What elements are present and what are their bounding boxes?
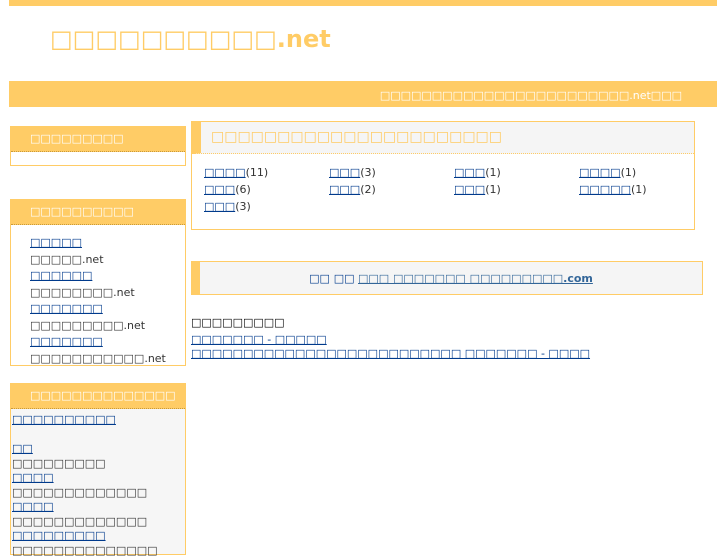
sidebar-box-links: □□□□□□□□□□□□□□ □□□□□□□□□□ □□□□□□□□□□□□□□… — [10, 383, 186, 555]
related-link[interactable]: □□□□□□□ - □□□□□ — [191, 333, 327, 346]
sidebar-box-title: □□□□□□□□□□□□□□ — [11, 384, 185, 409]
sidebar-site-domain: □□□□□□□□.net — [30, 285, 185, 302]
category-count: (2) — [360, 183, 376, 196]
sidebar-link[interactable]: □□□□ — [12, 500, 54, 513]
sidebar-text: □□□□□□□□□ — [12, 457, 185, 472]
category-link[interactable]: □□□□□ — [579, 183, 631, 196]
sidebar-link-list: □□□□□□□□□□ □□□□□□□□□□□□□□□□□□□□□□□□□□□□□… — [11, 409, 185, 558]
category-count: (3) — [235, 200, 251, 213]
sidebar-box-search: □□□□□□□□□ — [10, 126, 186, 166]
sidebar-box-sites: □□□□□□□□□□ □□□□□ □□□□□.net□□□□□□ □□□□□□□□.… — [10, 199, 186, 366]
category-link[interactable]: □□□ — [204, 183, 235, 196]
sidebar-site-domain: □□□□□.net — [30, 252, 185, 269]
sidebar-site-domain: □□□□□□□□□□□.net — [30, 351, 185, 368]
category-item: □□□(1) — [454, 166, 501, 179]
category-item: □□□(3) — [204, 200, 251, 213]
category-link[interactable]: □□□ — [204, 200, 235, 213]
sidebar-site-link[interactable]: □□□□□□□ — [30, 302, 103, 315]
sidebar-text: □□□□□□□□□□□□□ — [12, 486, 185, 501]
sidebar-site-link[interactable]: □□□□□□□ — [30, 335, 103, 348]
category-count: (3) — [360, 166, 376, 179]
site-logo[interactable]: □□□□□□□□□□.net — [50, 25, 331, 53]
category-link[interactable]: □□□□ — [579, 166, 621, 179]
site-tagline: □□□□□□□□□□□□□□□□□□□□□□□□.net□□□ — [380, 89, 682, 102]
sidebar-text: □□□□□□□□□□□□□□ — [12, 544, 185, 558]
sidebar-link[interactable]: □□□□□□□□□□ — [12, 413, 116, 426]
category-item: □□□□(1) — [579, 166, 636, 179]
category-panel-title: □□□□□□□□□□□□□□□□□□□□□□ — [192, 122, 694, 154]
top-accent-bar — [9, 0, 717, 6]
category-count: (1) — [485, 183, 501, 196]
sidebar-text: □□□□□□□□□□□□□ — [12, 515, 185, 530]
category-item: □□□(1) — [454, 183, 501, 196]
promo-bar: □□ □□ □□□ □□□□□□□ □□□□□□□□□.com — [191, 261, 703, 295]
related-title: □□□□□□□□□ — [191, 316, 711, 331]
spacer — [12, 428, 185, 443]
category-count: (1) — [631, 183, 647, 196]
sidebar-site-domain: □□□□□□□□□.net — [30, 318, 185, 335]
related-link[interactable]: □□□□□□□□□□□□□□□□□□□□□□□□□□ □□□□□□□ - □□□… — [191, 347, 590, 360]
sidebar-site-link[interactable]: □□□□□ — [30, 236, 82, 249]
category-panel: □□□□□□□□□□□□□□□□□□□□□□ □□□□(11)□□□(3)□□□… — [191, 121, 695, 230]
category-item: □□□(3) — [329, 166, 376, 179]
sidebar-site-link[interactable]: □□□□□□ — [30, 269, 92, 282]
promo-prefix: □□ □□ — [309, 272, 354, 285]
category-link[interactable]: □□□ — [454, 166, 485, 179]
category-count: (11) — [246, 166, 269, 179]
category-count: (6) — [235, 183, 251, 196]
category-item: □□□(6) — [204, 183, 251, 196]
sidebar-site-list: □□□□□□□□□□.net□□□□□□□□□□□□□□.net□□□□□□□□… — [11, 225, 185, 367]
sidebar-link[interactable]: □□□□ — [12, 471, 54, 484]
sidebar-link[interactable]: □□□□□□□□□ — [12, 529, 106, 542]
category-item: □□□□□(1) — [579, 183, 647, 196]
promo-link[interactable]: □□□ □□□□□□□ □□□□□□□□□.com — [358, 272, 593, 285]
category-item: □□□(2) — [329, 183, 376, 196]
sidebar-link[interactable]: □□ — [12, 442, 33, 455]
category-link[interactable]: □□□ — [329, 183, 360, 196]
category-link[interactable]: □□□ — [329, 166, 360, 179]
header-bar: □□□□□□□□□□□□□□□□□□□□□□□□.net□□□ — [9, 81, 717, 107]
category-link[interactable]: □□□ — [454, 183, 485, 196]
category-item: □□□□(11) — [204, 166, 268, 179]
related-section: □□□□□□□□□ □□□□□□□ - □□□□□ □□□□□□□□□□□□□□… — [191, 316, 711, 362]
category-link[interactable]: □□□□ — [204, 166, 246, 179]
category-count: (1) — [485, 166, 501, 179]
category-count: (1) — [621, 166, 637, 179]
sidebar-box-title: □□□□□□□□□ — [11, 127, 185, 152]
sidebar-box-title: □□□□□□□□□□ — [11, 200, 185, 225]
